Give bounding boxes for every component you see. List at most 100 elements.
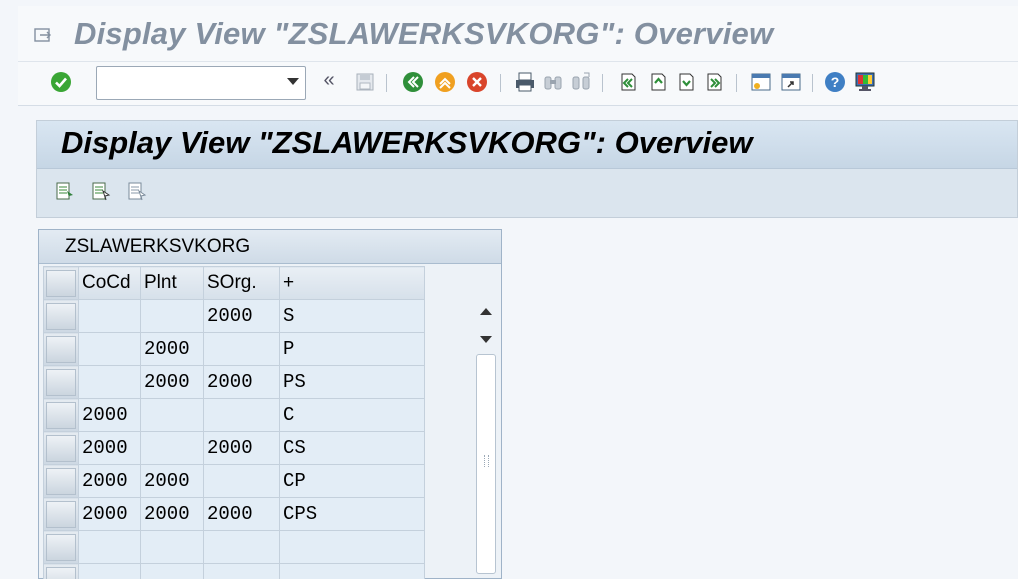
- command-field[interactable]: [96, 66, 306, 100]
- cell-sorg[interactable]: [203, 464, 280, 498]
- cell-plus[interactable]: [279, 530, 425, 564]
- cell-sorg[interactable]: 2000: [203, 497, 280, 531]
- cell-sorg[interactable]: 2000: [203, 431, 280, 465]
- cell-plus[interactable]: C: [279, 398, 425, 432]
- table-row: 2000 2000 2000 CPS: [43, 497, 425, 531]
- table-header-row: CoCd Plnt SOrg. +: [43, 266, 425, 300]
- find-icon[interactable]: [542, 71, 564, 93]
- table-row: 2000 2000 PS: [43, 365, 425, 399]
- title-bar: Display View "ZSLAWERKSVKORG": Overview: [18, 6, 1018, 62]
- row-selector[interactable]: [43, 464, 79, 498]
- cell-cocd[interactable]: 2000: [78, 464, 141, 498]
- scrollbar-thumb[interactable]: [476, 354, 496, 574]
- cell-plnt[interactable]: 2000: [140, 497, 204, 531]
- save-icon[interactable]: [354, 71, 376, 93]
- cell-plus[interactable]: [279, 563, 425, 579]
- cell-plus[interactable]: CP: [279, 464, 425, 498]
- cell-cocd[interactable]: 2000: [78, 431, 141, 465]
- table-title: ZSLAWERKSVKORG: [65, 236, 251, 257]
- cell-plnt[interactable]: [140, 431, 204, 465]
- row-selector[interactable]: [43, 563, 79, 579]
- cell-cocd[interactable]: [78, 332, 141, 366]
- exit-icon[interactable]: [434, 71, 456, 93]
- table-row: 2000 S: [43, 299, 425, 333]
- last-page-icon[interactable]: [702, 71, 724, 93]
- data-table: CoCd Plnt SOrg. + 2000 S 2000 P 2000 2000 PS…: [43, 266, 425, 579]
- cell-plnt[interactable]: 2000: [140, 464, 204, 498]
- row-selector[interactable]: [43, 497, 79, 531]
- select-all-icon[interactable]: [91, 181, 111, 201]
- print-icon[interactable]: [514, 71, 536, 93]
- cell-cocd[interactable]: 2000: [78, 398, 141, 432]
- cell-plus[interactable]: P: [279, 332, 425, 366]
- cell-cocd[interactable]: [78, 530, 141, 564]
- cell-sorg[interactable]: [203, 398, 280, 432]
- cell-sorg[interactable]: [203, 563, 280, 579]
- row-selector[interactable]: [43, 365, 79, 399]
- cell-plnt[interactable]: [140, 299, 204, 333]
- table-control: ZSLAWERKSVKORG CoCd Plnt SOrg. + 2000 S 2…: [38, 229, 502, 579]
- table-title-bar: ZSLAWERKSVKORG: [39, 230, 501, 264]
- row-selector[interactable]: [43, 530, 79, 564]
- table-row: [43, 530, 425, 564]
- shortcut-icon[interactable]: [780, 71, 802, 93]
- toolbar-separator: [602, 74, 603, 92]
- column-header-cocd[interactable]: CoCd: [78, 266, 141, 300]
- scroll-down-icon[interactable]: [480, 336, 492, 343]
- toolbar-separator: [736, 74, 737, 92]
- help-icon[interactable]: ?: [824, 71, 846, 93]
- toolbar-separator: [812, 74, 813, 92]
- previous-page-icon[interactable]: [646, 71, 668, 93]
- vertical-scrollbar[interactable]: [474, 266, 498, 578]
- cell-plnt[interactable]: 2000: [140, 332, 204, 366]
- collapse-icon[interactable]: «: [318, 69, 340, 91]
- row-selector[interactable]: [43, 398, 79, 432]
- table-row: 2000 2000 CS: [43, 431, 425, 465]
- table-row: [43, 563, 425, 579]
- column-header-plnt[interactable]: Plnt: [140, 266, 204, 300]
- details-icon[interactable]: [55, 181, 75, 201]
- cell-plus[interactable]: PS: [279, 365, 425, 399]
- next-page-icon[interactable]: [674, 71, 696, 93]
- cell-plnt[interactable]: [140, 398, 204, 432]
- table-row: 2000 P: [43, 332, 425, 366]
- back-icon[interactable]: [402, 71, 424, 93]
- menu-icon[interactable]: [34, 28, 52, 42]
- create-session-icon[interactable]: [750, 71, 772, 93]
- find-next-icon[interactable]: [570, 71, 592, 93]
- cell-plnt[interactable]: 2000: [140, 365, 204, 399]
- first-page-icon[interactable]: [616, 71, 638, 93]
- section-header: Display View "ZSLAWERKSVKORG": Overview: [37, 121, 1017, 169]
- column-header-sorg[interactable]: SOrg.: [203, 266, 280, 300]
- standard-toolbar: « ?: [18, 62, 1018, 106]
- row-selector[interactable]: [43, 332, 79, 366]
- cell-plus[interactable]: CPS: [279, 497, 425, 531]
- cell-cocd[interactable]: 2000: [78, 497, 141, 531]
- cell-sorg[interactable]: [203, 332, 280, 366]
- cancel-icon[interactable]: [466, 71, 488, 93]
- window-title: Display View "ZSLAWERKSVKORG": Overview: [74, 16, 774, 51]
- column-header-plus[interactable]: +: [279, 266, 425, 300]
- toolbar-separator: [386, 74, 387, 92]
- row-selector[interactable]: [43, 299, 79, 333]
- deselect-all-icon[interactable]: [127, 181, 147, 201]
- row-selector[interactable]: [43, 431, 79, 465]
- cell-sorg[interactable]: [203, 530, 280, 564]
- scroll-up-icon[interactable]: [480, 308, 492, 315]
- page-title: Display View "ZSLAWERKSVKORG": Overview: [61, 125, 753, 160]
- cell-plus[interactable]: S: [279, 299, 425, 333]
- cell-plus[interactable]: CS: [279, 431, 425, 465]
- svg-text:?: ?: [831, 74, 840, 90]
- customize-layout-icon[interactable]: [854, 71, 876, 93]
- cell-plnt[interactable]: [140, 530, 204, 564]
- select-all-cell[interactable]: [43, 266, 79, 300]
- cell-sorg[interactable]: 2000: [203, 299, 280, 333]
- cell-cocd[interactable]: [78, 299, 141, 333]
- cell-cocd[interactable]: [78, 563, 141, 579]
- cell-plnt[interactable]: [140, 563, 204, 579]
- enter-icon[interactable]: [50, 71, 72, 93]
- command-dropdown-icon[interactable]: [287, 78, 299, 85]
- cell-cocd[interactable]: [78, 365, 141, 399]
- cell-sorg[interactable]: 2000: [203, 365, 280, 399]
- grip-icon: [484, 455, 489, 467]
